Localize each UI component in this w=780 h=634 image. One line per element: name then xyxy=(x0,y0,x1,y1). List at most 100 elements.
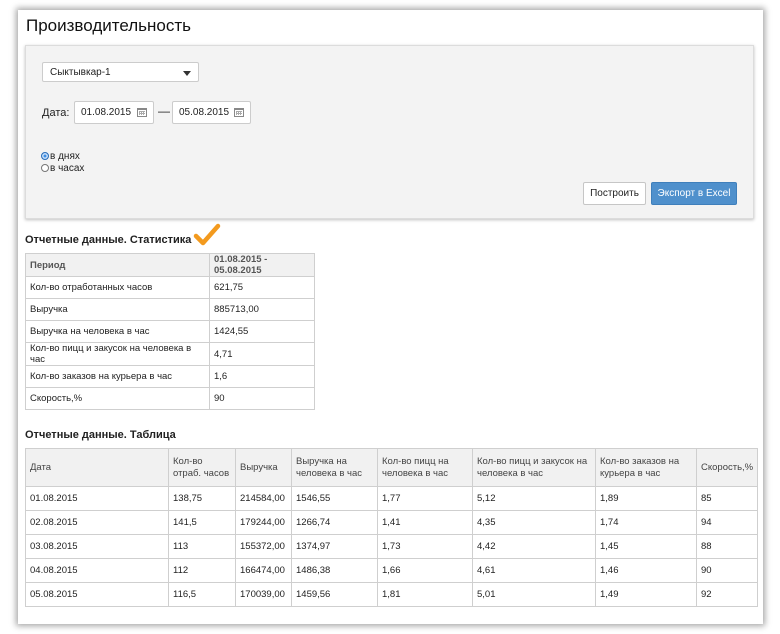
stats-value: 1424,55 xyxy=(209,320,315,343)
report-header-row: Дата Кол-во отраб. часов Выручка Выручка… xyxy=(25,448,759,487)
radio-days-button[interactable] xyxy=(41,152,49,160)
stats-label: Кол-во отработанных часов xyxy=(25,276,210,299)
date-from-input[interactable]: 01.08.2015 xyxy=(74,101,154,124)
column-header-orders-per-courier: Кол-во заказов на курьера в час xyxy=(595,448,697,487)
stats-table: Период 01.08.2015 - 05.08.2015 Кол-во от… xyxy=(25,253,315,410)
cell-speed: 88 xyxy=(695,534,759,559)
cell-orders-per-courier: 1,46 xyxy=(595,558,697,583)
cell-revenue: 179244,00 xyxy=(235,510,292,535)
city-select[interactable]: Сыктывкар-1 xyxy=(42,62,199,82)
city-select-value: Сыктывкар-1 xyxy=(50,67,111,78)
stats-title: Отчетные данные. Статистика xyxy=(25,234,192,246)
radio-hours-button[interactable] xyxy=(41,164,49,172)
cell-pizzas-per-person: 1,41 xyxy=(377,510,473,535)
stats-label: Выручка на человека в час xyxy=(25,320,210,343)
column-header-pizzas-per-person: Кол-во пицц на человека в час xyxy=(377,448,473,487)
stats-value: 90 xyxy=(209,387,315,410)
date-label: Дата: xyxy=(42,107,70,119)
cell-pizzas-snacks-per-person: 4,35 xyxy=(472,510,596,535)
table-row: Кол-во пицц и закусок на человека в час … xyxy=(25,342,315,366)
cell-orders-per-courier: 1,49 xyxy=(595,582,697,607)
report-table: Дата Кол-во отраб. часов Выручка Выручка… xyxy=(25,448,759,607)
calendar-icon[interactable] xyxy=(234,108,244,117)
cell-revenue-per-person: 1546,55 xyxy=(291,486,378,511)
cell-speed: 92 xyxy=(695,582,759,607)
cell-pizzas-snacks-per-person: 5,12 xyxy=(472,486,596,511)
stats-value: 885713,00 xyxy=(209,298,315,321)
cell-pizzas-per-person: 1,77 xyxy=(377,486,473,511)
cell-revenue-per-person: 1486,38 xyxy=(291,558,378,583)
stats-header-range: 01.08.2015 - 05.08.2015 xyxy=(209,253,315,277)
cell-revenue: 214584,00 xyxy=(235,486,292,511)
column-header-pizzas-snacks-per-person: Кол-во пицц и закусок на человека в час xyxy=(472,448,596,487)
table-row: 05.08.2015 116,5 170039,00 1459,56 1,81 … xyxy=(25,582,759,607)
cell-hours: 113 xyxy=(168,534,236,559)
export-excel-button[interactable]: Экспорт в Excel xyxy=(651,182,737,205)
report-sheet: Производительность Сыктывкар-1 Дата: 01.… xyxy=(18,10,763,624)
cell-date: 03.08.2015 xyxy=(25,534,169,559)
radio-days[interactable]: в днях xyxy=(41,151,80,163)
cell-date: 02.08.2015 xyxy=(25,510,169,535)
cell-revenue: 155372,00 xyxy=(235,534,292,559)
radio-hours[interactable]: в часах xyxy=(41,163,84,175)
filter-panel: Сыктывкар-1 Дата: 01.08.2015 — 05.08.201… xyxy=(25,45,754,219)
table-row: Выручка на человека в час 1424,55 xyxy=(25,320,315,343)
cell-date: 05.08.2015 xyxy=(25,582,169,607)
stats-label: Кол-во заказов на курьера в час xyxy=(25,365,210,388)
stats-value: 4,71 xyxy=(209,342,315,366)
table-row: Скорость,% 90 xyxy=(25,387,315,410)
cell-revenue-per-person: 1266,74 xyxy=(291,510,378,535)
radio-hours-label: в часах xyxy=(50,163,85,174)
stats-value: 621,75 xyxy=(209,276,315,299)
date-to-input[interactable]: 05.08.2015 xyxy=(172,101,251,124)
cell-orders-per-courier: 1,74 xyxy=(595,510,697,535)
checkmark-icon xyxy=(193,223,221,246)
cell-revenue-per-person: 1374,97 xyxy=(291,534,378,559)
cell-revenue-per-person: 1459,56 xyxy=(291,582,378,607)
cell-hours: 138,75 xyxy=(168,486,236,511)
date-from-value: 01.08.2015 xyxy=(81,107,132,118)
cell-hours: 141,5 xyxy=(168,510,236,535)
column-header-speed: Скорость,% xyxy=(695,448,759,487)
stats-header-period: Период xyxy=(25,253,210,277)
build-button[interactable]: Построить xyxy=(583,182,646,205)
cell-orders-per-courier: 1,45 xyxy=(595,534,697,559)
cell-date: 04.08.2015 xyxy=(25,558,169,583)
stats-header-row: Период 01.08.2015 - 05.08.2015 xyxy=(25,253,315,277)
column-header-hours: Кол-во отраб. часов xyxy=(168,448,236,487)
cell-speed: 90 xyxy=(695,558,759,583)
table-row: 01.08.2015 138,75 214584,00 1546,55 1,77… xyxy=(25,486,759,511)
cell-revenue: 166474,00 xyxy=(235,558,292,583)
calendar-icon[interactable] xyxy=(137,108,147,117)
chevron-down-icon xyxy=(183,71,191,76)
cell-hours: 116,5 xyxy=(168,582,236,607)
table-row: 03.08.2015 113 155372,00 1374,97 1,73 4,… xyxy=(25,534,759,559)
cell-pizzas-snacks-per-person: 4,61 xyxy=(472,558,596,583)
stats-label: Кол-во пицц и закусок на человека в час xyxy=(25,342,210,366)
cell-pizzas-snacks-per-person: 4,42 xyxy=(472,534,596,559)
radio-days-label: в днях xyxy=(50,151,80,162)
column-header-revenue: Выручка xyxy=(235,448,292,487)
page-title: Производительность xyxy=(26,16,192,35)
cell-orders-per-courier: 1,89 xyxy=(595,486,697,511)
table-row: 04.08.2015 112 166474,00 1486,38 1,66 4,… xyxy=(25,558,759,583)
cell-speed: 85 xyxy=(695,486,759,511)
cell-pizzas-snacks-per-person: 5,01 xyxy=(472,582,596,607)
column-header-date: Дата xyxy=(25,448,169,487)
cell-revenue: 170039,00 xyxy=(235,582,292,607)
table-row: Выручка 885713,00 xyxy=(25,298,315,321)
report-title: Отчетные данные. Таблица xyxy=(25,429,176,441)
date-separator: — xyxy=(158,104,170,118)
table-row: Кол-во заказов на курьера в час 1,6 xyxy=(25,365,315,388)
table-row: 02.08.2015 141,5 179244,00 1266,74 1,41 … xyxy=(25,510,759,535)
cell-date: 01.08.2015 xyxy=(25,486,169,511)
date-to-value: 05.08.2015 xyxy=(179,107,230,118)
cell-pizzas-per-person: 1,66 xyxy=(377,558,473,583)
stats-label: Выручка xyxy=(25,298,210,321)
cell-pizzas-per-person: 1,81 xyxy=(377,582,473,607)
stats-value: 1,6 xyxy=(209,365,315,388)
stats-label: Скорость,% xyxy=(25,387,210,410)
table-row: Кол-во отработанных часов 621,75 xyxy=(25,276,315,299)
cell-speed: 94 xyxy=(695,510,759,535)
cell-pizzas-per-person: 1,73 xyxy=(377,534,473,559)
